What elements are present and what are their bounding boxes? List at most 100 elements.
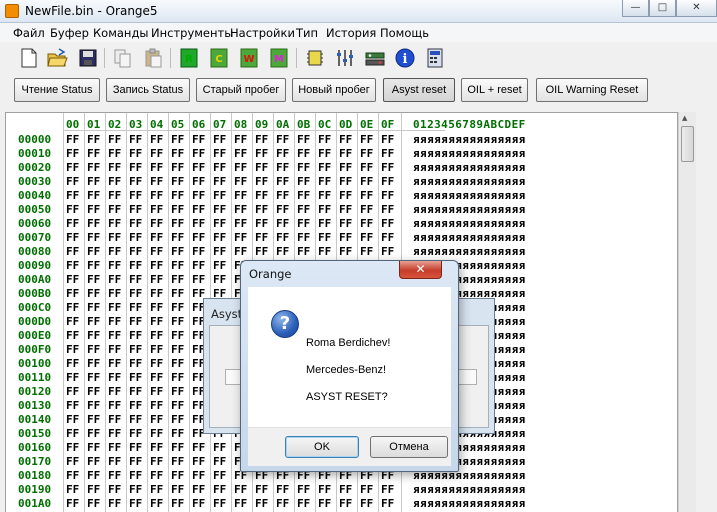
hex-byte[interactable]: FF — [234, 245, 247, 258]
hex-byte[interactable]: FF — [171, 497, 184, 510]
hex-byte[interactable]: FF — [213, 203, 226, 216]
hex-byte[interactable]: FF — [108, 497, 121, 510]
chip-icon[interactable] — [304, 47, 326, 69]
hex-byte[interactable]: FF — [171, 455, 184, 468]
hex-byte[interactable]: FF — [297, 161, 310, 174]
hex-byte[interactable]: FF — [171, 147, 184, 160]
hex-byte[interactable]: FF — [66, 329, 79, 342]
hex-byte[interactable]: FF — [213, 273, 226, 286]
hex-byte[interactable]: FF — [66, 469, 79, 482]
hex-byte[interactable]: FF — [108, 357, 121, 370]
hex-byte[interactable]: FF — [213, 133, 226, 146]
hex-byte[interactable]: FF — [87, 315, 100, 328]
hex-byte[interactable]: FF — [129, 189, 142, 202]
hex-byte[interactable]: FF — [66, 189, 79, 202]
hex-byte[interactable]: FF — [66, 413, 79, 426]
hex-byte[interactable]: FF — [381, 147, 394, 160]
menu-file[interactable]: Файл — [13, 26, 45, 40]
hex-byte[interactable]: FF — [171, 245, 184, 258]
paste-icon[interactable] — [142, 47, 164, 69]
hex-byte[interactable]: FF — [339, 217, 352, 230]
hex-byte[interactable]: FF — [171, 357, 184, 370]
hex-byte[interactable]: FF — [297, 203, 310, 216]
hex-byte[interactable]: FF — [129, 385, 142, 398]
hex-byte[interactable]: FF — [339, 147, 352, 160]
hex-byte[interactable]: FF — [213, 231, 226, 244]
hex-byte[interactable]: FF — [192, 441, 205, 454]
hex-byte[interactable]: FF — [66, 357, 79, 370]
hex-byte[interactable]: FF — [108, 133, 121, 146]
copy-icon[interactable] — [112, 47, 134, 69]
hex-byte[interactable]: FF — [87, 413, 100, 426]
hex-byte[interactable]: FF — [318, 231, 331, 244]
hex-byte[interactable]: FF — [66, 217, 79, 230]
hex-byte[interactable]: FF — [297, 497, 310, 510]
write-status-button[interactable]: Запись Status — [106, 78, 190, 102]
hex-byte[interactable]: FF — [87, 301, 100, 314]
check-icon[interactable]: C — [208, 47, 230, 69]
hex-byte[interactable]: FF — [66, 133, 79, 146]
hex-byte[interactable]: FF — [108, 343, 121, 356]
hex-byte[interactable]: FF — [129, 231, 142, 244]
hex-byte[interactable]: FF — [66, 287, 79, 300]
hex-byte[interactable]: FF — [192, 217, 205, 230]
asyst-reset-button[interactable]: Asyst reset — [383, 78, 455, 102]
hex-byte[interactable]: FF — [171, 301, 184, 314]
hex-byte[interactable]: FF — [108, 441, 121, 454]
hex-byte[interactable]: FF — [87, 147, 100, 160]
hex-byte[interactable]: FF — [66, 231, 79, 244]
hex-byte[interactable]: FF — [108, 385, 121, 398]
hex-byte[interactable]: FF — [213, 483, 226, 496]
hex-byte[interactable]: FF — [171, 343, 184, 356]
hex-byte[interactable]: FF — [297, 175, 310, 188]
hex-byte[interactable]: FF — [66, 385, 79, 398]
hex-byte[interactable]: FF — [66, 371, 79, 384]
hex-byte[interactable]: FF — [213, 147, 226, 160]
menu-tools[interactable]: Инструменты — [151, 26, 233, 40]
hex-byte[interactable]: FF — [66, 203, 79, 216]
hex-byte[interactable]: FF — [276, 203, 289, 216]
hex-byte[interactable]: FF — [318, 147, 331, 160]
cancel-button[interactable]: Отмена — [370, 436, 448, 458]
new-file-icon[interactable] — [18, 47, 40, 69]
hex-byte[interactable]: FF — [234, 203, 247, 216]
hex-byte[interactable]: FF — [255, 231, 268, 244]
hex-byte[interactable]: FF — [66, 147, 79, 160]
hex-byte[interactable]: FF — [360, 147, 373, 160]
hex-byte[interactable]: FF — [192, 161, 205, 174]
hex-byte[interactable]: FF — [381, 483, 394, 496]
vertical-scrollbar[interactable]: ▲ — [678, 112, 696, 512]
hex-byte[interactable]: FF — [234, 133, 247, 146]
hex-byte[interactable]: FF — [360, 133, 373, 146]
hex-byte[interactable]: FF — [213, 189, 226, 202]
hex-byte[interactable]: FF — [87, 483, 100, 496]
hex-byte[interactable]: FF — [171, 441, 184, 454]
minimize-button[interactable]: — — [622, 0, 649, 17]
ascii-column[interactable]: яяяяяяяяяяяяяяяя — [413, 175, 526, 188]
hex-byte[interactable]: FF — [108, 371, 121, 384]
hex-byte[interactable]: FF — [255, 203, 268, 216]
hex-byte[interactable]: FF — [276, 147, 289, 160]
hex-byte[interactable]: FF — [360, 483, 373, 496]
hex-byte[interactable]: FF — [276, 189, 289, 202]
hex-byte[interactable]: FF — [171, 161, 184, 174]
hex-byte[interactable]: FF — [192, 259, 205, 272]
hex-byte[interactable]: FF — [150, 147, 163, 160]
hex-byte[interactable]: FF — [87, 497, 100, 510]
hex-byte[interactable]: FF — [108, 315, 121, 328]
hex-byte[interactable]: FF — [129, 469, 142, 482]
hex-byte[interactable]: FF — [108, 259, 121, 272]
hex-byte[interactable]: FF — [150, 469, 163, 482]
write-icon[interactable]: W — [238, 47, 260, 69]
save-disk-icon[interactable] — [77, 47, 99, 69]
hex-byte[interactable]: FF — [318, 497, 331, 510]
hex-byte[interactable]: FF — [171, 329, 184, 342]
hex-byte[interactable]: FF — [192, 133, 205, 146]
hex-byte[interactable]: FF — [213, 245, 226, 258]
hex-byte[interactable]: FF — [318, 161, 331, 174]
hex-byte[interactable]: FF — [171, 413, 184, 426]
hex-byte[interactable]: FF — [87, 385, 100, 398]
hex-byte[interactable]: FF — [129, 245, 142, 258]
hex-byte[interactable]: FF — [192, 189, 205, 202]
hex-byte[interactable]: FF — [150, 245, 163, 258]
